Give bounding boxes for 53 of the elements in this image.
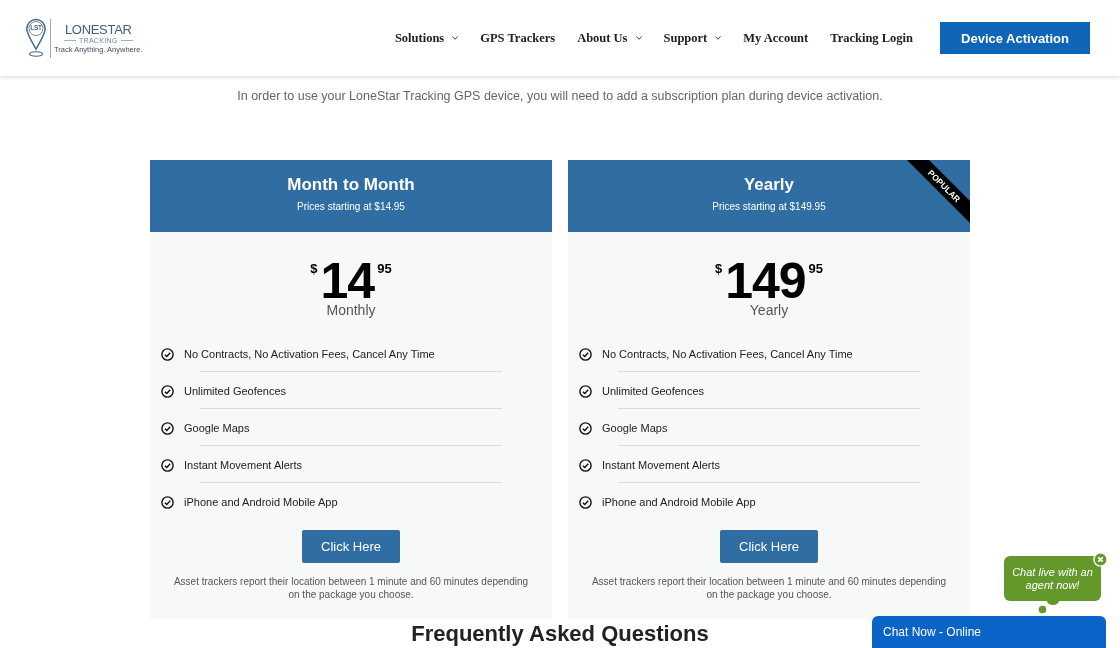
- intro-text: In order to use your LoneStar Tracking GPS device, you will need to add a subscription plan during device activation.: [237, 88, 883, 104]
- click-here-button[interactable]: Click Here: [302, 530, 400, 563]
- plan-note: Asset trackers report their location between 1 minute and 60 minutes depending on the package you choose.: [590, 575, 948, 602]
- check-circle-icon: [161, 421, 174, 435]
- price-amount: 149: [725, 261, 806, 301]
- plan-note: Asset trackers report their location between 1 minute and 60 minutes depending on the package you choose.: [172, 575, 530, 602]
- check-circle-icon: [161, 495, 174, 509]
- feature-text: Instant Movement Alerts: [184, 459, 302, 471]
- chevron-down-icon[interactable]: [452, 36, 459, 40]
- check-circle-icon: [579, 421, 592, 435]
- nav-link[interactable]: My Account: [743, 30, 809, 46]
- plan-title: Yearly: [743, 174, 795, 196]
- feature-text: Google Maps: [602, 422, 668, 434]
- chat-now-bar[interactable]: Chat Now - Online: [872, 616, 1106, 648]
- nav-link[interactable]: Tracking Login: [830, 30, 913, 46]
- currency-symbol: $: [714, 261, 723, 277]
- feature-text: iPhone and Android Mobile App: [602, 496, 756, 508]
- nav-link[interactable]: Solutions: [394, 30, 445, 46]
- check-circle-icon: [161, 458, 174, 472]
- price-amount: 14: [320, 261, 375, 301]
- check-circle-icon: [579, 384, 592, 398]
- nav-link[interactable]: About Us: [577, 30, 628, 46]
- click-here-button[interactable]: Click Here: [720, 530, 818, 563]
- close-icon[interactable]: [1093, 552, 1108, 567]
- check-circle-icon: [579, 495, 592, 509]
- currency-symbol: $: [310, 261, 318, 277]
- plan-subtitle: Prices starting at $149.95: [712, 201, 826, 213]
- plan-subtitle: Prices starting at $14.95: [297, 201, 405, 213]
- feature-text: Unlimited Geofences: [602, 385, 705, 397]
- check-circle-icon: [161, 347, 174, 361]
- device-activation-button[interactable]: Device Activation: [940, 22, 1090, 54]
- speech-tail-icon: [1038, 601, 1060, 614]
- billing-period: Yearly: [748, 302, 790, 318]
- check-circle-icon: [579, 458, 592, 472]
- chevron-down-icon[interactable]: [715, 36, 722, 40]
- faq-heading: Frequently Asked Questions: [411, 622, 709, 646]
- check-circle-icon: [579, 347, 592, 361]
- logo-wordmark: LONESTAR: [64, 22, 132, 37]
- nav-link[interactable]: Support: [663, 30, 708, 46]
- map-pin-icon: [25, 18, 47, 58]
- chevron-down-icon[interactable]: [635, 36, 642, 40]
- price-cents: 95: [377, 261, 392, 277]
- check-circle-icon: [161, 384, 174, 398]
- feature-text: No Contracts, No Activation Fees, Cancel Any Time: [184, 348, 435, 360]
- nav-link[interactable]: GPS Trackers: [480, 30, 556, 46]
- feature-text: Instant Movement Alerts: [602, 459, 720, 471]
- plan-title: Month to Month: [287, 174, 415, 196]
- feature-text: iPhone and Android Mobile App: [184, 496, 338, 508]
- price-cents: 95: [808, 261, 824, 277]
- feature-text: Google Maps: [184, 422, 250, 434]
- feature-text: No Contracts, No Activation Fees, Cancel Any Time: [602, 348, 853, 360]
- billing-period: Monthly: [325, 302, 377, 318]
- feature-text: Unlimited Geofences: [184, 385, 287, 397]
